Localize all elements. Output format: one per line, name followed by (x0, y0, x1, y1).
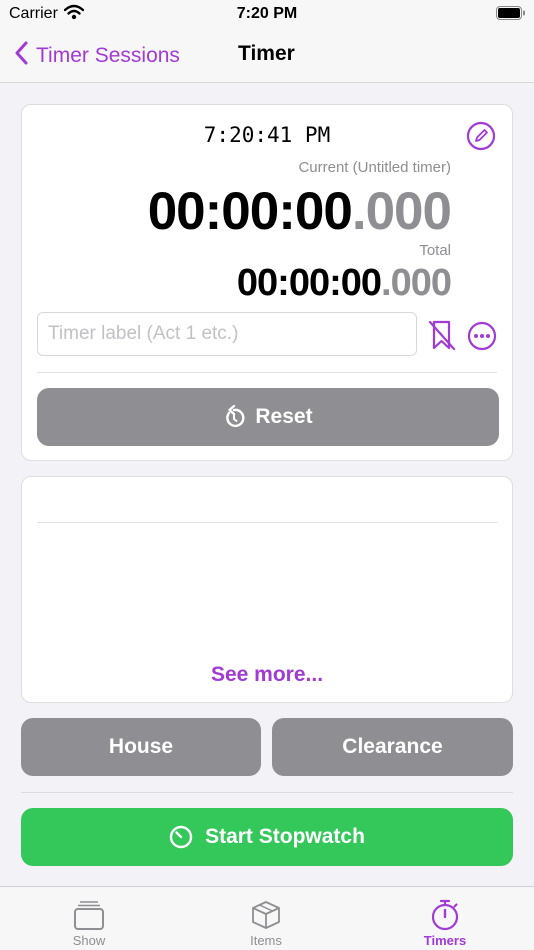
tab-label: Timers (423, 933, 467, 948)
ellipsis-circle-icon (467, 321, 497, 351)
current-caption: Current (Untitled timer) (298, 159, 451, 176)
current-elapsed: 00:00:00.000 (147, 181, 452, 242)
battery-icon (496, 6, 526, 25)
timer-label-input[interactable] (37, 312, 417, 356)
timer-card: 7:20:41 PM Current (Untitled timer) 00:0… (21, 104, 513, 461)
see-more-link[interactable]: See more... (22, 663, 512, 687)
tab-items[interactable]: Items (206, 887, 326, 950)
stack-icon (74, 901, 104, 930)
start-stopwatch-label: Start Stopwatch (205, 825, 365, 848)
current-clock: 7:20:41 PM (203, 123, 331, 147)
divider (21, 792, 513, 793)
house-button[interactable]: House (21, 718, 261, 776)
status-bar: Carrier 7:20 PM (0, 0, 534, 30)
reset-button[interactable]: Reset (37, 388, 499, 446)
divider (37, 372, 497, 373)
tab-show[interactable]: Show (29, 887, 149, 950)
page-title: Timer (238, 42, 295, 65)
edit-timer-button[interactable] (466, 121, 496, 156)
pencil-circle-icon (466, 121, 496, 151)
total-caption: Total (419, 242, 451, 259)
status-time: 7:20 PM (236, 5, 298, 22)
bookmark-button[interactable] (427, 319, 457, 356)
tab-label: Show (72, 933, 106, 948)
current-elapsed-main: 00:00:00 (147, 182, 353, 241)
back-button[interactable]: Timer Sessions (14, 41, 180, 70)
divider (37, 522, 497, 523)
clearance-button[interactable]: Clearance (272, 718, 513, 776)
chevron-left-icon (14, 41, 28, 70)
reset-icon (226, 405, 245, 428)
stopwatch-icon (431, 899, 459, 931)
back-button-label: Timer Sessions (36, 43, 180, 67)
tab-bar: Show Items Timers (0, 886, 534, 950)
start-stopwatch-button[interactable]: Start Stopwatch (21, 808, 513, 866)
more-options-button[interactable] (467, 321, 497, 356)
sessions-card: See more... (21, 476, 513, 703)
main-content: 7:20:41 PM Current (Untitled timer) 00:0… (0, 84, 534, 886)
total-elapsed: 00:00:00.000 (236, 262, 452, 305)
bookmark-slash-icon (428, 320, 456, 351)
navigation-bar: Timer Sessions Timer (0, 30, 534, 83)
current-elapsed-fraction: .000 (351, 182, 452, 241)
total-elapsed-main: 00:00:00 (236, 262, 382, 304)
tab-label: Items (250, 933, 282, 948)
timer-icon (169, 825, 193, 849)
box-icon (252, 901, 280, 929)
reset-button-label: Reset (255, 405, 313, 428)
tab-timers[interactable]: Timers (385, 887, 505, 950)
total-elapsed-fraction: .000 (381, 262, 452, 304)
